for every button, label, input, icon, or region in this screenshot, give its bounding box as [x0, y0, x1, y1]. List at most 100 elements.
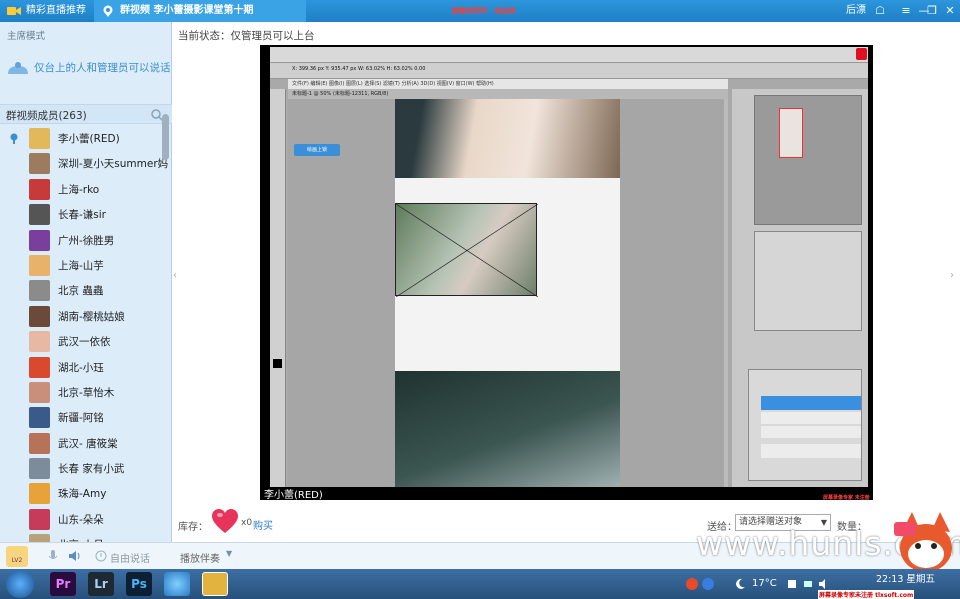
current-status: 当前状态：仅管理员可以上台 [178, 30, 315, 42]
member-name: 山东-朵朵 [58, 513, 104, 526]
photoshop-app-icon[interactable]: Ps [126, 572, 152, 596]
avatar[interactable] [29, 458, 50, 480]
heart-gift-icon[interactable] [211, 508, 239, 534]
member-item[interactable]: 深圳-夏小天summer妈 [0, 151, 168, 176]
member-item[interactable]: 上海-山芋 [0, 253, 162, 278]
menu-icon[interactable]: ≡ [898, 3, 914, 19]
member-name: 北京-草怡木 [58, 386, 115, 399]
companion-dropdown-icon[interactable]: ▼ [226, 549, 232, 558]
footer-watermark: 屏幕录像专家未注册 tlxsoft.com [818, 590, 915, 599]
avatar[interactable] [29, 254, 50, 276]
member-item[interactable]: 珠海-Amy [0, 481, 162, 506]
title-red-text: 跟着老师学 · 来这里 [452, 7, 516, 15]
tray-flag-icon[interactable] [786, 578, 798, 590]
member-item[interactable]: 上海-rko [0, 177, 162, 202]
microphone-icon[interactable] [46, 549, 60, 563]
avatar[interactable] [29, 381, 50, 403]
member-name: 新疆-阿铭 [58, 412, 104, 425]
member-name: 武汉一依依 [58, 336, 111, 349]
help-icon[interactable] [702, 578, 714, 590]
ps-menu-bar: 文件(F) 编辑(E) 图像(I) 图层(L) 选择(S) 滤镜(T) 分析(A… [288, 79, 728, 89]
ps-document-tab: 未标题-1 @ 50% (未标题-12311, RGB/8) [288, 89, 728, 99]
member-item[interactable]: 北京 蟲蟲 [0, 278, 162, 303]
windows-taskbar: Pr Lr Ps 17°C 22:13 星期五 [0, 569, 960, 599]
layers-panel [748, 369, 862, 481]
avatar[interactable] [29, 178, 50, 200]
member-name: 湖南-樱桃姑娘 [58, 310, 125, 323]
member-item[interactable]: 山东-朵朵 [0, 507, 162, 532]
member-name: 长春-谦sir [58, 209, 106, 222]
lightroom-app-icon[interactable]: Lr [88, 572, 114, 596]
member-item[interactable]: 李小蕾(RED) [0, 126, 162, 151]
video-stream[interactable]: X: 399.36 px Y: 935.47 px W: 63.02% H: 6… [260, 45, 873, 505]
photoshop-window: X: 399.36 px Y: 935.47 px W: 63.02% H: 6… [270, 47, 868, 487]
speak-notice: 仅台上的人和管理员可以说话 [0, 50, 172, 98]
close-icon[interactable]: ✕ [942, 3, 958, 19]
avatar[interactable] [29, 229, 50, 251]
location-pin-icon [103, 5, 113, 17]
member-item[interactable]: 新疆-阿铭 [0, 405, 162, 430]
title-bar: 精彩直播推荐 群视频 李小蕾摄影课堂第十期(248589008) 跟着老师学 ·… [0, 0, 960, 38]
restore-icon[interactable]: ❐ [924, 3, 940, 19]
ps-close-icon [856, 48, 867, 60]
avatar[interactable] [29, 432, 50, 454]
qq-video-app-icon[interactable] [202, 572, 228, 596]
transform-cross-icon [396, 204, 538, 297]
avatar[interactable] [29, 305, 50, 327]
level-badge[interactable]: LV2 [6, 546, 28, 567]
tray-volume-icon[interactable] [818, 578, 830, 590]
avatar[interactable] [29, 153, 50, 175]
username[interactable]: 后漂 [846, 0, 866, 22]
start-button[interactable] [6, 570, 34, 598]
member-name: 长春 家有小武 [58, 463, 125, 476]
member-item[interactable]: 长春 家有小武 [0, 456, 162, 481]
ps-vertical-scrollbar [724, 99, 728, 487]
collapse-right-icon[interactable]: › [950, 270, 954, 281]
play-companion-button[interactable]: 播放伴奏 [180, 550, 220, 565]
mode-label[interactable]: 主席模式 [7, 28, 45, 42]
speak-notice-text: 仅台上的人和管理员可以说话 [34, 62, 171, 74]
free-speak-label[interactable]: 自由说话 [110, 550, 150, 565]
info-panel [754, 231, 862, 331]
avatar[interactable] [29, 128, 50, 149]
skin-icon[interactable]: ☖ [872, 3, 888, 19]
member-item[interactable]: 长春-谦sir [0, 202, 162, 227]
avatar[interactable] [29, 356, 50, 378]
taskbar-clock[interactable]: 22:13 星期五 [876, 571, 935, 585]
avatar[interactable] [29, 331, 50, 353]
member-list-scrollbar[interactable] [162, 114, 169, 160]
collapse-left-icon[interactable]: ‹ [173, 270, 177, 281]
avatar[interactable] [29, 508, 50, 530]
speaker-icon[interactable] [68, 549, 82, 563]
transform-selection [395, 203, 538, 297]
members-header: 群视频成员(263) [0, 104, 172, 124]
foreground-color-swatch [273, 359, 282, 368]
ps-badge: 绘画上锁 [294, 144, 340, 156]
sogou-ime-icon[interactable] [686, 578, 698, 590]
tab-live-recommend[interactable]: 精彩直播推荐 [0, 0, 92, 22]
member-item[interactable]: 北京-草怡木 [0, 380, 162, 405]
member-name: 武汉- 唐筱棠 [58, 437, 118, 450]
member-item[interactable]: 广州-徐胜男 [0, 228, 162, 253]
member-name: 深圳-夏小天summer妈 [58, 158, 169, 171]
ps-options-bar: X: 399.36 px Y: 935.47 px W: 63.02% H: 6… [270, 63, 868, 79]
avatar[interactable] [29, 204, 50, 226]
moon-weather-icon [736, 578, 745, 589]
member-item[interactable]: 武汉一依依 [0, 329, 162, 354]
temperature: 17°C [752, 578, 777, 589]
sidebar: 主席模式 仅台上的人和管理员可以说话 群视频成员(263) 李小蕾(RED) 深圳… [0, 22, 172, 556]
tab-group-video[interactable]: 群视频 李小蕾摄影课堂第十期(248589008) [94, 0, 306, 38]
buy-link[interactable]: 购买 [253, 517, 273, 532]
avatar[interactable] [29, 483, 50, 505]
avatar[interactable] [29, 280, 50, 302]
avatar[interactable] [29, 407, 50, 429]
member-item[interactable]: 湖南-樱桃姑娘 [0, 304, 162, 329]
member-item[interactable]: 湖北-小珏 [0, 355, 162, 380]
browser-app-icon[interactable] [164, 572, 190, 596]
member-item[interactable]: 武汉- 唐筱棠 [0, 431, 162, 456]
members-count: 群视频成员(263) [6, 110, 87, 122]
premiere-app-icon[interactable]: Pr [50, 572, 76, 596]
tray-network-icon[interactable] [802, 578, 814, 590]
member-name: 上海-rko [58, 183, 100, 196]
member-name: 上海-山芋 [58, 259, 104, 272]
